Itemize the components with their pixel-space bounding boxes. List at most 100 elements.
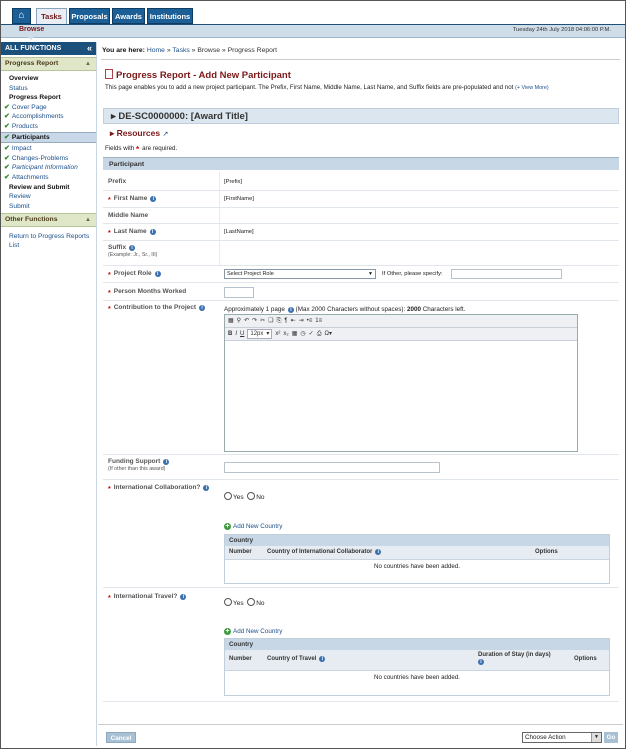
sidebar-item-submit[interactable]: Submit: [1, 202, 96, 212]
resources-toggle[interactable]: ▸ Resources ↗: [103, 126, 625, 140]
info-icon[interactable]: i: [149, 229, 156, 235]
required-note: Fields with * are required.: [105, 145, 177, 154]
paragraph-icon[interactable]: ¶: [284, 315, 287, 327]
suffix-hint: (Example: Jr., Sr., III): [108, 252, 158, 258]
award-panel[interactable]: ▸ DE-SC0000000: [Award Title]: [103, 108, 619, 124]
subnav-browse[interactable]: Browse: [19, 26, 44, 33]
paste-icon[interactable]: ⎘: [277, 315, 282, 327]
project-role-select[interactable]: Select Project Role ▼: [224, 269, 376, 279]
sidebar-item-participants[interactable]: ✔ Participants: [1, 131, 96, 144]
home-icon: ⌂: [18, 10, 25, 21]
col-duration-text: Duration of Stay (in days): [478, 652, 551, 658]
required-star-icon: *: [108, 306, 111, 313]
outdent-icon[interactable]: ⇤: [291, 315, 296, 327]
copy-icon[interactable]: ❏: [268, 315, 273, 327]
add-country-travel[interactable]: + Add New Country: [224, 628, 282, 635]
bold-icon[interactable]: B: [228, 328, 232, 340]
col-divider: [219, 224, 220, 240]
clock-icon[interactable]: ◷: [300, 328, 305, 340]
intl-collab-yes-radio[interactable]: [224, 492, 232, 500]
subscript-icon[interactable]: x₂: [283, 328, 288, 340]
info-icon[interactable]: i: [199, 305, 206, 311]
sidebar-item-accomplishments[interactable]: ✔ Accomplishments: [1, 112, 96, 122]
external-link-icon[interactable]: ↗: [162, 131, 168, 138]
sidebar-item-changes-problems[interactable]: ✔ Changes-Problems: [1, 154, 96, 164]
font-size-select[interactable]: 12px ▾: [247, 329, 273, 339]
col-country-text: Country of International Collaborator: [267, 549, 373, 555]
collapse-up-icon[interactable]: ▲: [85, 214, 91, 226]
info-icon[interactable]: i: [154, 271, 161, 277]
sidebar-item-return-to-progress-reports[interactable]: Return to Progress Reports List: [1, 231, 91, 250]
intl-travel-no-radio[interactable]: [247, 598, 256, 606]
tab-institutions[interactable]: Institutions: [147, 8, 193, 24]
tab-proposals[interactable]: Proposals: [69, 8, 110, 24]
source-icon[interactable]: ▦: [228, 315, 234, 327]
underline-icon[interactable]: U: [240, 328, 244, 340]
info-icon[interactable]: i: [163, 459, 170, 465]
funding-input[interactable]: [224, 462, 440, 473]
bulleted-list-icon[interactable]: •≡: [307, 315, 313, 327]
info-icon[interactable]: i: [203, 485, 210, 491]
role-other-input[interactable]: [451, 269, 562, 279]
add-country-collab[interactable]: + Add New Country: [224, 523, 282, 530]
view-more-link[interactable]: (+ View More): [515, 85, 549, 91]
sidebar-section-other-functions[interactable]: Other Functions ▲: [1, 213, 96, 228]
redo-icon[interactable]: ↷: [252, 315, 257, 327]
project-role-label: * Project Role i: [108, 270, 218, 279]
table-header: Number Country of Travel i Duration of St…: [225, 650, 609, 671]
rich-text-editor[interactable]: ▦ ⚲ ↶ ↷ ✂ ❏ ⎘ ¶ ⇤ ⇥ •≡ 1≡ B I U 12px ▾ x² x₂ ▦ ◷ ✓ ⎙ Ω▾: [224, 314, 578, 452]
radio-label: No: [256, 494, 265, 501]
sidebar-item-attachments[interactable]: ✔ Attachments: [1, 173, 96, 183]
sidebar-item-status[interactable]: Status: [1, 84, 96, 94]
person-months-input[interactable]: [224, 287, 254, 298]
sidebar-item-impact[interactable]: ✔ Impact: [1, 144, 96, 154]
info-icon[interactable]: i: [129, 245, 136, 251]
spellcheck-icon[interactable]: ✓: [309, 328, 314, 340]
collapse-up-icon[interactable]: ▲: [85, 58, 91, 70]
undo-icon[interactable]: ↶: [244, 315, 249, 327]
check-icon: ✔: [4, 122, 10, 130]
last-name-label: * Last Name i: [108, 228, 218, 237]
contribution-hint-b: (Max 2000 Characters without spaces):: [295, 306, 406, 313]
required-note-a: Fields with: [105, 145, 135, 152]
choose-action-select[interactable]: Choose Action ▼: [522, 732, 602, 743]
sidebar-item-overview: Overview: [9, 75, 39, 82]
collapse-icon[interactable]: «: [87, 42, 92, 55]
info-icon[interactable]: i: [180, 594, 187, 600]
home-tab[interactable]: ⌂: [12, 8, 31, 24]
intl-collab-no-radio[interactable]: [247, 492, 256, 500]
info-icon[interactable]: i: [150, 196, 157, 202]
info-icon[interactable]: i: [478, 659, 484, 665]
italic-icon[interactable]: I: [235, 328, 237, 340]
sidebar-item-label: Changes-Problems: [11, 154, 69, 162]
collab-country-table: Country Number Country of International …: [224, 534, 610, 584]
special-char-icon[interactable]: Ω▾: [325, 328, 333, 340]
cancel-button[interactable]: Cancel: [106, 732, 136, 743]
breadcrumb-tasks[interactable]: Tasks: [172, 47, 189, 54]
intl-travel-yes-radio[interactable]: [224, 598, 232, 606]
sidebar-item-cover-page[interactable]: ✔ Cover Page: [1, 103, 96, 113]
tab-awards[interactable]: Awards: [112, 8, 145, 24]
tab-tasks[interactable]: Tasks: [36, 8, 67, 24]
info-icon[interactable]: i: [375, 549, 382, 555]
superscript-icon[interactable]: x²: [275, 328, 280, 340]
find-icon[interactable]: ⚲: [237, 315, 241, 327]
print-icon[interactable]: ⎙: [317, 328, 322, 340]
sidebar-item-participant-information[interactable]: ✔ Participant Information: [1, 163, 96, 173]
sidebar-section-progress-report[interactable]: Progress Report ▲: [1, 57, 96, 71]
info-icon[interactable]: i: [319, 656, 326, 662]
col-divider: [219, 191, 220, 207]
contribution-hint: Approximately 1 page i (Max 2000 Characte…: [224, 306, 465, 313]
cut-icon[interactable]: ✂: [260, 315, 265, 327]
indent-icon[interactable]: ⇥: [299, 315, 304, 327]
breadcrumb-home[interactable]: Home: [147, 47, 165, 54]
go-button[interactable]: Go: [604, 732, 618, 743]
sidebar-item-review[interactable]: Review: [1, 192, 96, 202]
numbered-list-icon[interactable]: 1≡: [315, 315, 322, 327]
page-description: This page enables you to add a new proje…: [105, 84, 549, 91]
sidebar-item-label: Cover Page: [11, 103, 47, 111]
info-icon[interactable]: i: [287, 307, 294, 313]
table-icon[interactable]: ▦: [292, 328, 298, 340]
sidebar-item-products[interactable]: ✔ Products: [1, 122, 96, 132]
intl-collab-label-text: International Collaboration?: [113, 484, 201, 491]
